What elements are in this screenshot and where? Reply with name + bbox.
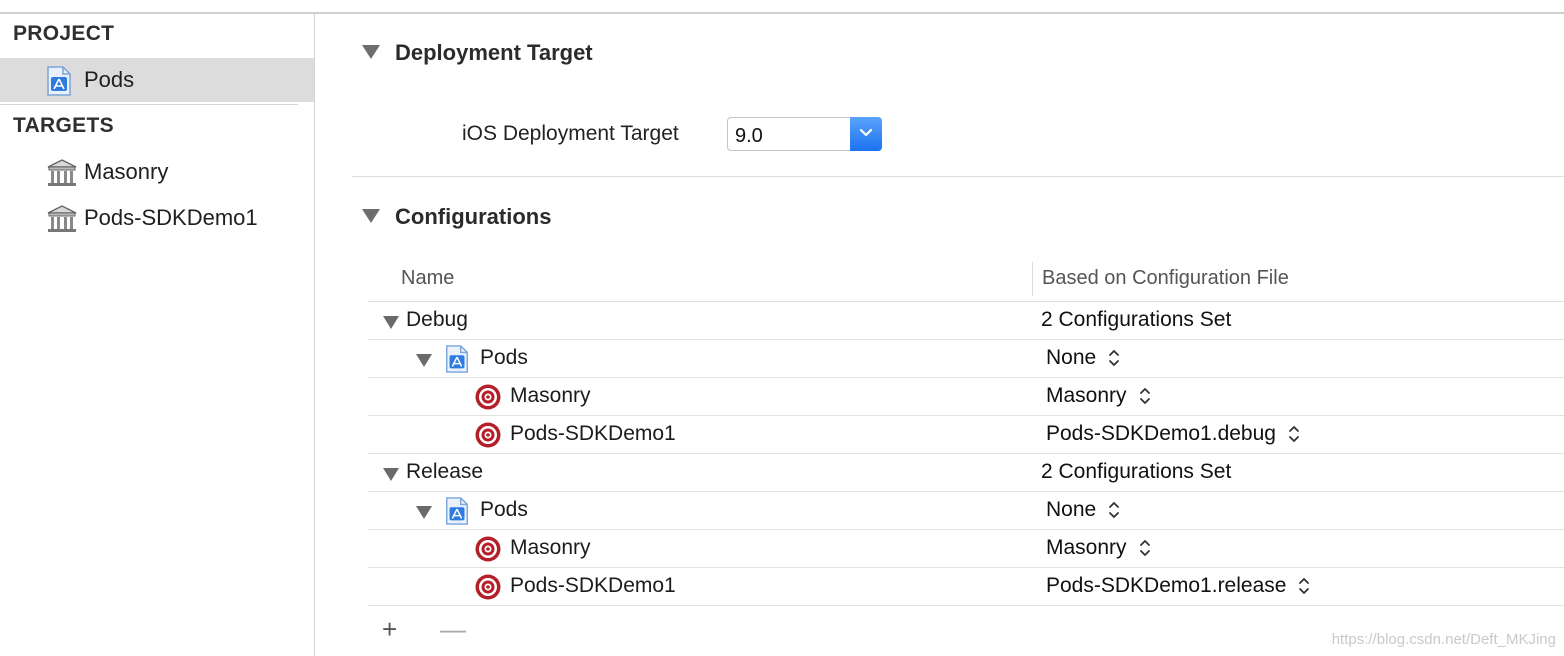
config-target-name: Masonry — [510, 384, 591, 407]
config-file-value: None — [1046, 346, 1097, 369]
sidebar-item-pods-project[interactable]: Pods — [0, 58, 314, 102]
disclosure-triangle-icon[interactable] — [383, 468, 399, 481]
disclosure-triangle-icon[interactable] — [383, 316, 399, 329]
sidebar-item-label: Pods-SDKDemo1 — [84, 205, 258, 230]
config-file-value: Pods-SDKDemo1.release — [1046, 574, 1287, 597]
target-icon — [474, 383, 502, 411]
xcode-project-icon — [444, 345, 472, 373]
ios-deployment-target-label: iOS Deployment Target — [462, 122, 679, 145]
watermark: https://blog.csdn.net/Deft_MKJing — [1331, 631, 1556, 648]
config-file-popup[interactable]: Masonry — [1046, 536, 1151, 560]
disclosure-triangle-icon[interactable] — [362, 209, 380, 223]
section-divider — [352, 176, 1564, 177]
table-header: Name Based on Configuration File — [368, 256, 1564, 302]
ios-deployment-target-popup[interactable]: 9.0 — [727, 117, 882, 151]
config-file-value: Pods-SDKDemo1.debug — [1046, 422, 1276, 445]
table-row-debug[interactable]: Debug 2 Configurations Set — [368, 302, 1564, 340]
table-row-release-pods-sdkdemo1[interactable]: Pods-SDKDemo1 Pods-SDKDemo1.release — [368, 568, 1564, 606]
sidebar-divider — [0, 104, 298, 105]
config-file-value: Masonry — [1046, 384, 1127, 407]
table-row-debug-pods[interactable]: Pods None — [368, 340, 1564, 378]
project-section-header: PROJECT — [13, 22, 115, 45]
config-target-name: Pods-SDKDemo1 — [510, 574, 676, 597]
stepper-updown-icon — [1289, 426, 1299, 443]
config-name: Release — [406, 460, 484, 483]
ios-deployment-target-value: 9.0 — [735, 125, 763, 147]
config-file-value: None — [1046, 498, 1097, 521]
library-target-icon — [46, 158, 77, 188]
sidebar-item-label: Pods — [84, 67, 135, 92]
sidebar-item-label: Masonry — [84, 159, 169, 184]
stepper-updown-icon — [1139, 540, 1150, 557]
column-separator — [1032, 262, 1033, 296]
remove-configuration-button[interactable]: — — [440, 614, 466, 645]
table-row-release[interactable]: Release 2 Configurations Set — [368, 454, 1564, 492]
config-file-popup[interactable]: Pods-SDKDemo1.debug — [1046, 422, 1300, 446]
config-name: Debug — [406, 308, 468, 331]
config-file-popup[interactable]: None — [1046, 346, 1120, 370]
target-icon — [474, 573, 502, 601]
sidebar-item-masonry[interactable]: Masonry — [0, 150, 314, 194]
deployment-target-section-title: Deployment Target — [395, 40, 593, 65]
project-navigator-sidebar: PROJECT Pods TARGETS Masonry Pods-SDKDem… — [0, 14, 315, 656]
table-row-debug-masonry[interactable]: Masonry Masonry — [368, 378, 1564, 416]
column-header-based-on[interactable]: Based on Configuration File — [1042, 267, 1289, 290]
config-summary: 2 Configurations Set — [1041, 308, 1232, 331]
config-file-value: Masonry — [1046, 536, 1127, 559]
table-row-debug-pods-sdkdemo1[interactable]: Pods-SDKDemo1 Pods-SDKDemo1.debug — [368, 416, 1564, 454]
config-file-popup[interactable]: Masonry — [1046, 384, 1151, 408]
table-row-release-pods[interactable]: Pods None — [368, 492, 1564, 530]
library-target-icon — [46, 204, 77, 234]
config-file-popup[interactable]: Pods-SDKDemo1.release — [1046, 574, 1310, 598]
column-header-name[interactable]: Name — [401, 267, 454, 290]
xcode-project-icon — [46, 66, 76, 96]
config-project-name: Pods — [480, 498, 528, 521]
config-summary: 2 Configurations Set — [1041, 460, 1232, 483]
disclosure-triangle-icon[interactable] — [362, 45, 380, 59]
disclosure-triangle-icon[interactable] — [416, 354, 432, 367]
config-file-popup[interactable]: None — [1046, 498, 1120, 522]
config-project-name: Pods — [480, 346, 528, 369]
project-settings-editor: Deployment Target iOS Deployment Target … — [316, 14, 1564, 656]
stepper-updown-icon — [1299, 578, 1310, 595]
target-icon — [474, 535, 502, 563]
target-icon — [474, 421, 502, 449]
table-row-release-masonry[interactable]: Masonry Masonry — [368, 530, 1564, 568]
config-target-name: Pods-SDKDemo1 — [510, 422, 676, 445]
targets-section-header: TARGETS — [13, 114, 114, 137]
stepper-updown-icon — [1139, 388, 1150, 405]
popup-chevron-icon[interactable] — [850, 117, 882, 151]
configurations-section-title: Configurations — [395, 204, 552, 229]
stepper-updown-icon — [1109, 350, 1120, 367]
xcode-project-icon — [444, 497, 472, 525]
add-configuration-button[interactable]: + — [382, 614, 397, 645]
disclosure-triangle-icon[interactable] — [416, 506, 432, 519]
config-target-name: Masonry — [510, 536, 591, 559]
sidebar-item-pods-sdkdemo1[interactable]: Pods-SDKDemo1 — [0, 196, 314, 240]
stepper-updown-icon — [1109, 502, 1120, 519]
